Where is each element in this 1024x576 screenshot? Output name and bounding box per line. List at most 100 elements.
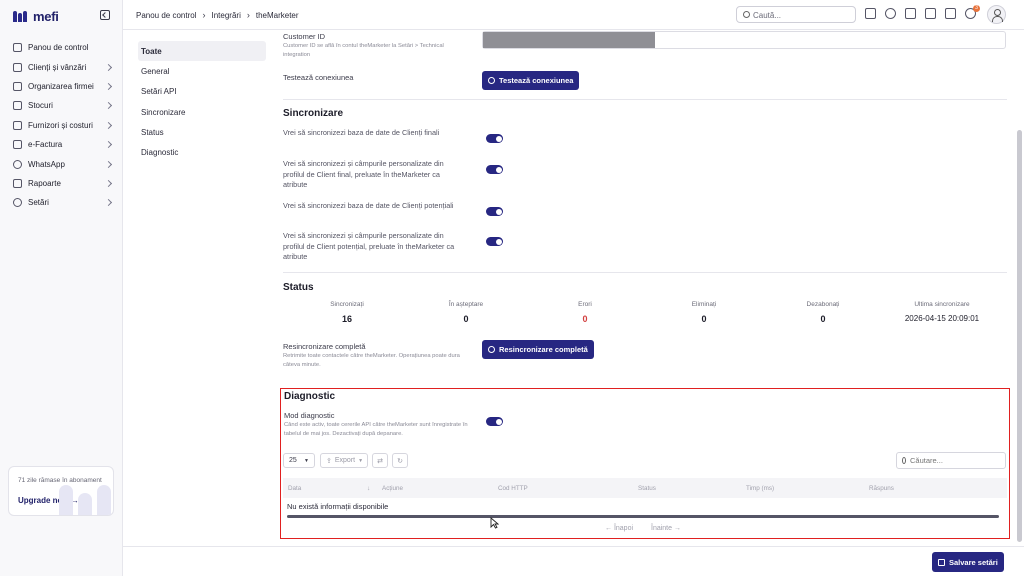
reload-button[interactable]: ↻ [392,453,408,468]
sidebar-item[interactable]: WhatsApp [0,154,123,173]
sidebar-item[interactable]: Stocuri [0,96,123,115]
stat-label: Ultima sincronizare [914,301,970,308]
global-search[interactable] [736,6,856,23]
test-connection-button[interactable]: Testează conexiunea [482,71,580,90]
refresh-icon: ⇄ [377,457,383,465]
sync-client-fields-toggle[interactable] [486,165,503,174]
sort-icon[interactable]: ↓ [367,485,370,492]
page-vertical-scrollbar[interactable] [1017,130,1022,542]
test-connection-label: Testează conexiunea [283,73,354,82]
next-page-button[interactable]: Înainte → [651,525,681,532]
sync-lead-fields-toggle[interactable] [486,237,503,246]
tasks-icon[interactable] [925,8,936,19]
truck-icon [13,120,22,130]
logo[interactable]: mefi [13,9,59,24]
stat-unsubscribed: Dezabonați 0 [768,301,878,324]
sidebar-item-label: Organizarea firmei [28,81,94,91]
page-size-value: 25 [289,457,297,464]
calendar-icon[interactable] [905,8,916,19]
subnav-item-general[interactable]: General [138,61,266,81]
chevron-right-icon [104,121,113,129]
settings-subnav: Toate General Setări API Sincronizare St… [138,41,266,163]
customer-id-label: Customer ID [283,32,326,41]
refresh-table-button[interactable]: ⇄ [372,453,388,468]
stat-label: Sincronizați [330,301,364,308]
sidebar-item[interactable]: Furnizori și costuri [0,116,123,135]
stat-value: 16 [341,314,352,324]
export-icon: ⇪ [326,457,332,465]
sidebar-nav: Panou de control Clienți și vânzări Organi… [0,38,123,213]
sync-title: Sincronizare [283,108,344,119]
column-header-http-code[interactable]: Cod HTTP [498,485,528,492]
customer-id-field[interactable] [482,31,1006,49]
user-avatar[interactable] [987,5,1006,24]
stat-value: 0 [701,314,707,324]
breadcrumb-item-dashboard[interactable]: Panou de control [136,11,197,20]
column-header-status[interactable]: Status [638,485,656,492]
table-horizontal-scrollbar[interactable] [287,515,999,518]
subnav-item-toate[interactable]: Toate [138,41,266,62]
sidebar-item[interactable]: Panou de control [0,38,123,57]
column-header-action[interactable]: Acțiune [382,485,403,492]
chevron-right-icon [104,179,113,187]
add-icon[interactable] [865,8,876,19]
sidebar-item-label: Stocuri [28,101,53,111]
divider [283,272,1007,273]
breadcrumb-item-current: theMarketer [255,10,299,20]
global-search-input[interactable] [753,9,851,21]
sidebar-item[interactable]: e-Factura [0,135,123,154]
clipboard-icon [13,178,22,188]
chat-icon[interactable] [945,8,956,19]
table-search[interactable] [896,452,1006,469]
breadcrumb-item-integrations[interactable]: Integrări [212,11,241,20]
subnav-item-status[interactable]: Status [138,122,266,142]
column-header-date[interactable]: Data [288,485,301,492]
diagnostic-title: Diagnostic [284,391,336,402]
stat-pending: În așteptare 0 [411,301,521,324]
collapse-sidebar-icon[interactable] [100,10,110,20]
sync-option-label: Vrei să sincronizezi și câmpurile person… [283,231,455,261]
timer-icon[interactable] [885,8,896,19]
resync-label: Resincronizare completă [283,342,366,351]
refresh-icon [488,346,495,353]
subscription-card: 71 zile rămase în abonament Upgrade now … [8,466,114,516]
sidebar-item-label: Setări [28,198,49,208]
sidebar-item-label: Panou de control [28,43,89,53]
sync-option-label: Vrei să sincronizezi baza de date de Cli… [283,128,440,137]
save-settings-button[interactable]: Salvare setări [932,552,1004,572]
export-button[interactable]: ⇪ Export ▼ [320,453,368,468]
sidebar-item-label: Rapoarte [28,178,61,188]
subnav-item-diagnostic[interactable]: Diagnostic [138,142,266,162]
diagnostic-mode-toggle[interactable] [486,417,503,426]
chevron-right-icon: › [246,10,250,20]
customer-id-help: Customer ID se află în contul theMarkete… [283,43,444,58]
prev-page-button[interactable]: ← Înapoi [605,525,633,532]
column-header-response[interactable]: Răspuns [869,485,894,492]
page-size-select[interactable]: 25 ▼ [283,453,315,468]
subnav-item-sincronizare[interactable]: Sincronizare [138,102,266,122]
sync-leads-toggle[interactable] [486,207,503,216]
chevron-right-icon [104,82,113,91]
sidebar-item[interactable]: Setări [0,193,123,212]
table-search-input[interactable] [910,456,1000,465]
search-icon [743,11,750,18]
chevron-right-icon [104,141,113,149]
sidebar-item[interactable]: Clienți și vânzări [0,57,123,76]
sidebar-item[interactable]: Rapoarte [0,174,123,193]
users-icon [13,62,22,72]
bell-icon[interactable]: 3 [965,5,980,19]
sidebar-item[interactable]: Organizarea firmei [0,77,123,96]
gear-icon [13,198,22,208]
chevron-right-icon [104,199,113,207]
chevron-right-icon: › [202,10,206,20]
resync-help: Retrimite toate contactele către theMark… [283,353,460,368]
sync-clients-toggle[interactable] [486,134,503,143]
subnav-item-api[interactable]: Setări API [138,82,266,102]
topbar: Panou de control › Integrări › theMarket… [123,0,1024,30]
resync-button[interactable]: Resincronizare completă [482,340,594,359]
stat-synced: Sincronizați 16 [292,301,402,324]
column-header-time[interactable]: Timp (ms) [746,485,774,492]
top-actions: 3 [865,5,980,19]
sidebar-item-label: Clienți și vânzări [28,62,87,72]
invoice-icon [13,140,22,150]
